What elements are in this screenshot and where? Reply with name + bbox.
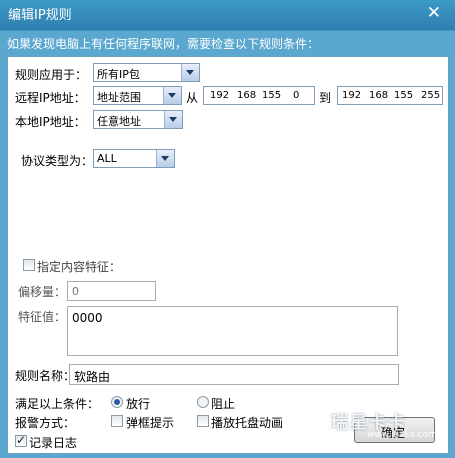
condition-label: 满足以上条件： — [15, 397, 100, 411]
log-label: 记录日志 — [29, 436, 78, 450]
local-ip-select[interactable]: 任意地址 — [93, 110, 183, 129]
to-ip-octet-3: 155 — [394, 90, 414, 101]
offset-value: 0 — [72, 285, 79, 298]
feature-label: 特征值： — [18, 310, 67, 324]
local-ip-select-value: 任意地址 — [97, 115, 141, 128]
offset-input[interactable]: 0 — [67, 281, 156, 301]
rule-name-label: 规则名称： — [15, 369, 76, 383]
from-ip-input[interactable]: 192 168 155 0 — [203, 86, 315, 105]
apply-label: 规则应用于： — [15, 68, 88, 82]
ok-button[interactable]: 确定 — [354, 417, 435, 443]
tray-animation-checkbox[interactable] — [197, 415, 209, 427]
dialog-subtitle: 如果发现电脑上有任何程序联网，需要检查以下规则条件： — [7, 37, 320, 51]
protocol-select-value: ALL — [97, 152, 117, 165]
block-radio[interactable] — [197, 396, 209, 408]
from-ip-octet-3: 155 — [262, 90, 282, 101]
allow-radio[interactable] — [111, 396, 123, 408]
chevron-down-icon[interactable] — [181, 64, 199, 81]
offset-label: 偏移量： — [18, 285, 67, 299]
title-bar: 编辑IP规则 ✕ — [0, 0, 455, 26]
to-ip-octet-1: 192 — [342, 90, 362, 101]
alert-label: 报警方式： — [15, 416, 76, 430]
remote-ip-select[interactable]: 地址范围 — [93, 86, 182, 105]
from-label: 从 — [186, 91, 199, 105]
protocol-select[interactable]: ALL — [93, 149, 175, 168]
from-ip-octet-2: 168 — [237, 90, 257, 101]
content-feature-label: 指定内容特征： — [37, 260, 122, 274]
allow-label: 放行 — [126, 397, 151, 411]
to-ip-octet-4: 255 — [421, 90, 441, 101]
rule-name-value: 软路由 — [74, 370, 111, 384]
popup-label: 弹框提示 — [126, 416, 175, 430]
chevron-down-icon[interactable] — [163, 87, 181, 104]
feature-value: 0000 — [72, 311, 103, 325]
dialog-window: 编辑IP规则 ✕ 如果发现电脑上有任何程序联网，需要检查以下规则条件： 规则应用… — [0, 0, 455, 458]
content-feature-checkbox[interactable] — [23, 259, 35, 271]
close-icon[interactable]: ✕ — [427, 3, 441, 23]
remote-ip-select-value: 地址范围 — [97, 91, 141, 104]
rule-form-panel: 规则应用于： 所有IP包 远程IP地址： 地址范围 从 192 168 155 … — [7, 56, 449, 454]
rule-name-input[interactable]: 软路由 — [69, 364, 399, 385]
chevron-down-icon[interactable] — [156, 150, 174, 167]
protocol-label: 协议类型为： — [21, 154, 94, 168]
to-ip-octet-2: 168 — [369, 90, 389, 101]
ok-button-label: 确定 — [381, 426, 406, 440]
apply-select[interactable]: 所有IP包 — [93, 63, 200, 82]
popup-checkbox[interactable] — [111, 415, 123, 427]
block-label: 阻止 — [211, 397, 236, 411]
window-title: 编辑IP规则 — [8, 8, 72, 23]
tray-animation-label: 播放托盘动画 — [211, 416, 284, 430]
apply-select-value: 所有IP包 — [97, 68, 140, 81]
local-ip-label: 本地IP地址： — [15, 115, 86, 129]
to-label: 到 — [319, 91, 332, 105]
log-checkbox[interactable] — [15, 433, 27, 447]
chevron-down-icon[interactable] — [164, 111, 182, 128]
to-ip-input[interactable]: 192 168 155 255 — [337, 86, 443, 105]
feature-textarea[interactable]: 0000 — [67, 306, 398, 356]
from-ip-octet-1: 192 — [210, 90, 230, 101]
remote-ip-label: 远程IP地址： — [15, 91, 86, 105]
from-ip-octet-4: 0 — [293, 90, 300, 101]
